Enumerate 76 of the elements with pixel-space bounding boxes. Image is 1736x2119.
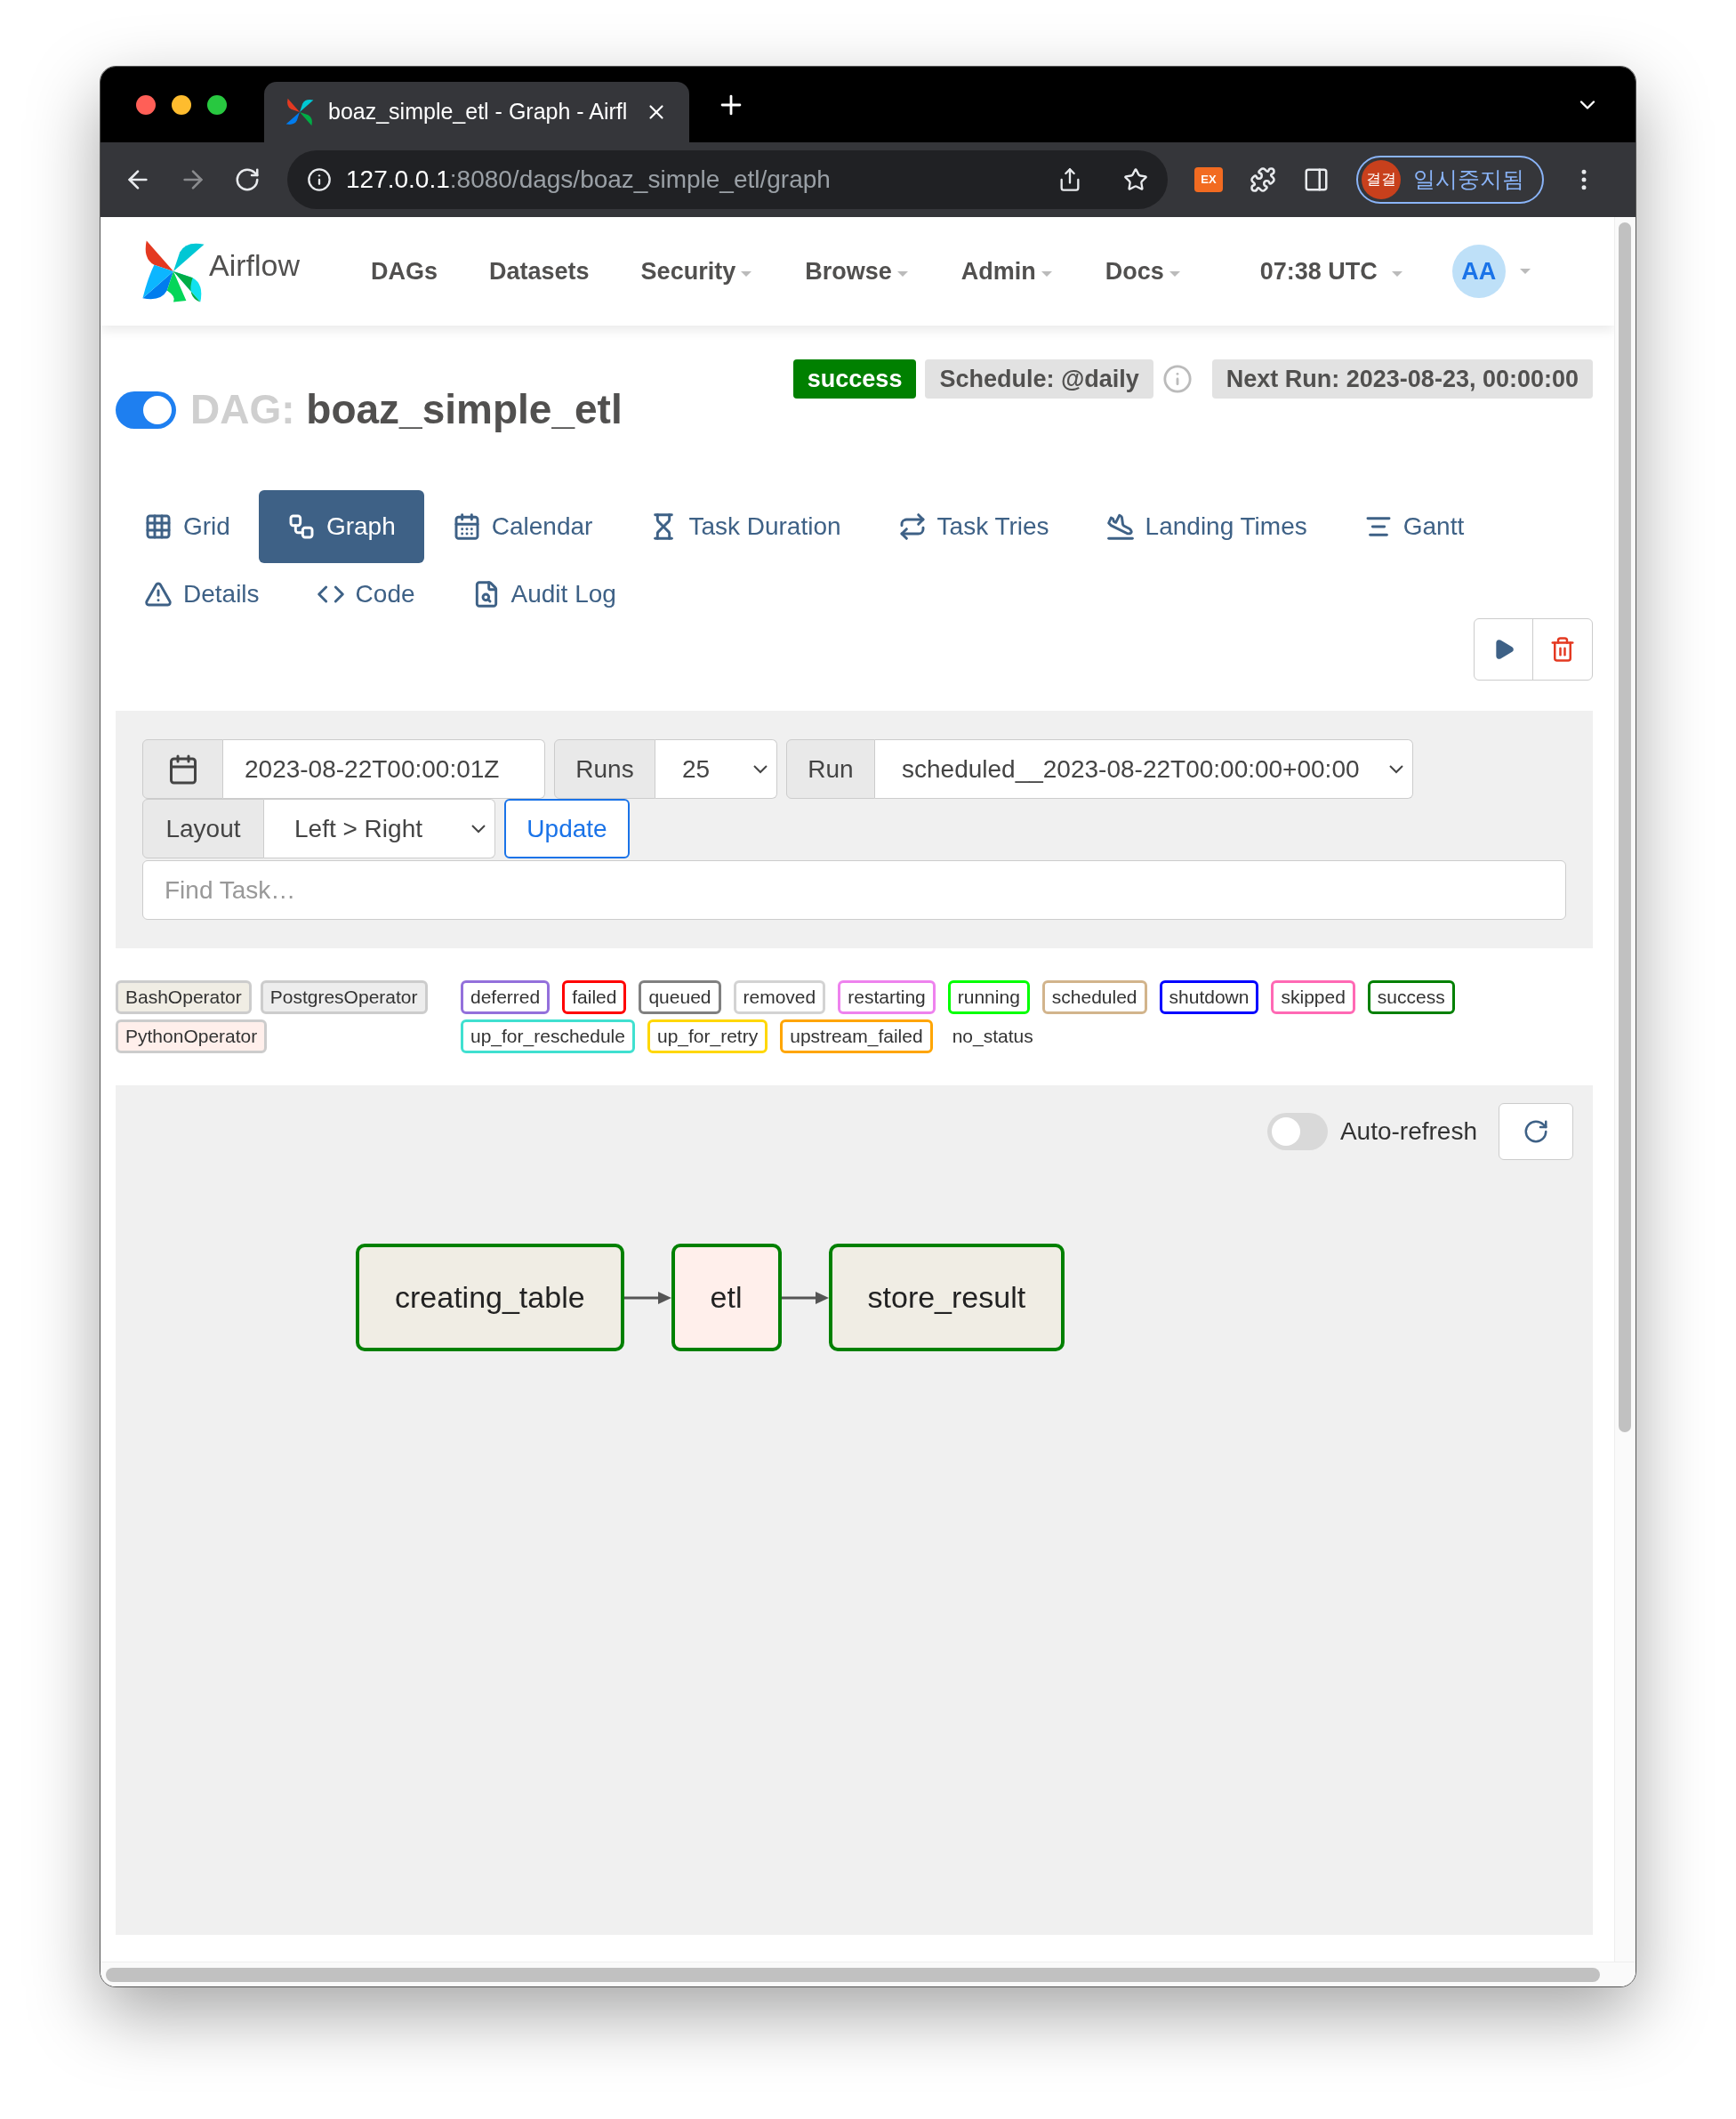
airflow-logo-icon — [141, 239, 205, 303]
nav-menu-item[interactable]: Datasets — [489, 253, 590, 290]
state-legend-label: no_status — [951, 1025, 1034, 1049]
layout-label: Layout — [142, 799, 264, 858]
run-select[interactable]: scheduled__2023-08-22T00:00:00+00:00 — [875, 739, 1413, 799]
layout-select[interactable]: Left > Right — [264, 799, 495, 858]
operator-legend-chip: PythonOperator — [116, 1019, 268, 1053]
side-panel-icon[interactable] — [1303, 166, 1330, 193]
base-date-field[interactable]: 2023-08-22T00:00:01Z — [223, 739, 545, 799]
horizontal-scrollbar[interactable] — [100, 1962, 1636, 1986]
nav-menu-item[interactable]: Docs — [1105, 253, 1182, 290]
bookmark-star-icon[interactable] — [1123, 167, 1148, 192]
state-legend-chip: up_for_reschedule — [461, 1019, 635, 1053]
refresh-button[interactable] — [1499, 1103, 1573, 1160]
browser-tab[interactable]: boaz_simple_etl - Graph - Airfl — [264, 82, 689, 142]
minimize-window-icon[interactable] — [172, 94, 191, 115]
chevron-icon — [1389, 764, 1403, 774]
state-legend-chip: deferred — [461, 980, 551, 1014]
view-tab[interactable]: Graph — [258, 490, 424, 563]
operator-legend-chip: BashOperator — [116, 980, 252, 1014]
profile-avatar: 결결 — [1362, 160, 1401, 199]
update-button[interactable]: Update — [504, 799, 630, 858]
chevron-icon — [471, 824, 486, 834]
nav-menu-item[interactable]: DAGs — [371, 253, 438, 290]
run-label: Run — [786, 739, 875, 799]
pinwheel-icon — [285, 98, 314, 126]
extensions-icon[interactable] — [1250, 166, 1276, 193]
state-legend-chip: running — [947, 980, 1030, 1014]
view-tab[interactable]: Landing Times — [1077, 490, 1336, 563]
nav-menu-item[interactable]: Security — [640, 253, 754, 290]
close-window-icon[interactable] — [136, 94, 156, 115]
calendar-addon[interactable] — [142, 739, 223, 799]
info-icon — [307, 167, 332, 192]
grid-icon — [144, 512, 173, 541]
next-run-badge: Next Run: 2023-08-23, 00:00:00 — [1211, 359, 1593, 399]
nav-menu-item[interactable]: Browse — [805, 253, 910, 290]
brand-name[interactable]: Airflow — [209, 242, 301, 288]
url-text: 127.0.0.1:8080/dags/boaz_simple_etl/graph — [346, 165, 832, 195]
profile-status: 일시중지됨 — [1413, 165, 1524, 194]
state-legend-chip: queued — [639, 980, 721, 1014]
chevron-icon — [753, 764, 768, 774]
maximize-window-icon[interactable] — [207, 94, 227, 115]
find-task-field[interactable]: Find Task… — [142, 860, 1566, 920]
reload-icon[interactable] — [234, 166, 261, 193]
warning-icon — [144, 580, 173, 608]
plane-landing-icon — [1105, 512, 1135, 541]
operator-legend-chip: PostgresOperator — [260, 980, 428, 1014]
nav-menu-item[interactable]: Admin — [960, 253, 1054, 290]
address-bar[interactable]: 127.0.0.1:8080/dags/boaz_simple_etl/graph — [287, 150, 1168, 209]
runs-label: Runs — [554, 739, 655, 799]
tab-title: boaz_simple_etl - Graph - Airfl — [328, 98, 629, 126]
state-legend-chip: skipped — [1271, 980, 1355, 1014]
trash-icon — [1549, 636, 1576, 663]
vertical-scrollbar[interactable] — [1614, 217, 1636, 1962]
status-badge: success — [792, 359, 917, 399]
toggle-switch[interactable] — [1266, 1113, 1328, 1150]
state-legend-chip: scheduled — [1041, 980, 1147, 1014]
profile-button[interactable]: 결결 일시중지됨 — [1356, 156, 1544, 204]
view-tab[interactable]: Gantt — [1335, 490, 1493, 563]
schedule-badge: Schedule: @daily — [925, 359, 1153, 399]
refresh-icon — [1523, 1118, 1549, 1145]
toggle-switch[interactable] — [116, 391, 176, 429]
view-tab[interactable]: Task Tries — [869, 490, 1078, 563]
state-legend-chip: upstream_failed — [780, 1019, 933, 1053]
state-legend-chip: shutdown — [1159, 980, 1259, 1014]
runs-select[interactable]: 25 — [655, 739, 777, 799]
task-node[interactable]: creating_table — [356, 1244, 624, 1351]
clock-menu[interactable]: 07:38 UTC — [1259, 253, 1404, 290]
state-legend-chip: success — [1367, 980, 1455, 1014]
state-legend-chip: failed — [562, 980, 627, 1014]
state-legend-chip: restarting — [838, 980, 936, 1014]
task-node[interactable]: store_result — [828, 1244, 1065, 1351]
auto-refresh-label: Auto-refresh — [1339, 1116, 1477, 1147]
state-legend-chip: removed — [733, 980, 826, 1014]
task-node[interactable]: etl — [671, 1244, 782, 1351]
state-legend-chip: up_for_retry — [647, 1019, 768, 1053]
